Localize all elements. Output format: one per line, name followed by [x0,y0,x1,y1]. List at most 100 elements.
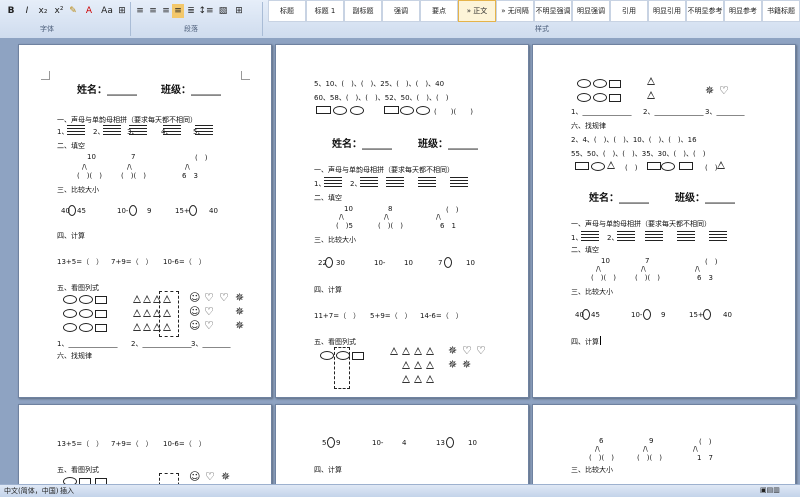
style-item[interactable]: 副标题 [344,0,382,22]
number: ( ) [446,206,459,214]
page-2[interactable]: 5、10、( )、( )、25、( )、( )、40 60、58、( )、( )… [275,44,529,398]
pattern-row: 5、10、( )、( )、25、( )、( )、40 [314,80,445,88]
dashed-box [334,347,350,389]
triangle-shape [402,375,410,383]
number: 40 [209,207,218,215]
style-item[interactable]: 标题 1 [306,0,344,22]
align-center-icon[interactable]: ≡ [147,4,159,18]
triangle-shape [607,161,615,169]
styles-gallery: 标题 标题 1 副标题 强调 要点» 正文» 无间隔 不明显强调 明显强调 引用 明显引用 不明显… [268,0,800,22]
section-3-title: 三、比较大小 [57,186,99,194]
style-item[interactable]: 标题 [268,0,306,22]
oval-shape [350,106,364,115]
triangle-shape [647,77,655,85]
style-item[interactable]: 不明显强调 [534,0,572,22]
align-left-icon[interactable]: ≡ [134,4,146,18]
line-spacing-icon[interactable]: ↕≡ [198,4,214,18]
rect-shape [647,162,661,170]
answer-blank: 3、________ [191,340,231,348]
style-item[interactable]: 要点 [420,0,458,22]
oval-shape [63,295,77,304]
split-mark: /\ [595,445,600,453]
triangle-shape [390,347,398,355]
page-3[interactable]: ✵ ♡ 1、______________ 2、______________ 3、… [532,44,796,398]
page-5[interactable]: 5 9 10- 4 13 10 四、计算 [275,404,529,484]
change-case-button[interactable]: Aa [100,4,114,18]
blank-pair: ( )( ) [589,454,614,462]
highlight-button[interactable]: ✎ [66,4,80,18]
subscript-button[interactable]: x₂ [36,4,50,18]
section-3-title: 三、比较大小 [314,236,356,244]
writing-lines [163,125,181,135]
sun-icon: ✵ [462,358,472,371]
compare-circle [444,257,452,268]
calc-item: 11+7=（ ） [314,312,361,320]
section-4-title: 四、计算 [314,286,342,294]
number: 30 [336,259,345,267]
number: 10 [601,257,610,265]
answer-blank: 3、________ [705,108,745,116]
number: 9 [336,439,341,447]
justify-icon[interactable]: ≡ [172,4,184,18]
style-item[interactable]: » 正文 [458,0,496,22]
style-item[interactable]: 不明显参考 [686,0,724,22]
oval-shape [79,323,93,332]
compare-circle [68,205,76,216]
shading-icon[interactable]: ▧ [216,4,230,18]
split-mark: /\ [436,213,441,221]
heart-icon: ♡ [462,344,472,357]
distribute-icon[interactable]: ≣ [185,4,197,18]
oval-shape [593,93,607,102]
style-item[interactable]: 引用 [610,0,648,22]
page-4[interactable]: 13+5=（ ） 7+9=（ ） 10-6=（ ） 五、看图列式 ☺ ♡ ✵ [18,404,272,484]
number: 40 [723,311,732,319]
oval-shape [577,79,591,88]
answer-blank: 2、______________ [643,108,704,116]
rect-shape [609,94,621,102]
page-6[interactable]: 6 /\ ( )( ) 9 /\ ( )( ) ( ) /\ 1 7 三、比较大… [532,404,796,484]
font-color-button[interactable]: A [82,4,96,18]
style-item[interactable]: » 无间隔 [496,0,534,22]
split-mark: /\ [185,163,190,171]
page-1[interactable]: 姓名：______ 班级：______ 一、声母与单韵母相拼（要求每天都不相同）… [18,44,272,398]
bold-button[interactable]: B [4,4,18,18]
rect-shape [95,324,107,332]
number: 6 1 [440,222,456,230]
borders-icon[interactable]: ⊞ [232,4,246,18]
triangle-shape [143,323,151,331]
compare-circle [129,205,137,216]
triangle-shape [143,295,151,303]
style-item[interactable]: 明显引用 [648,0,686,22]
insert-mode-indicator[interactable]: 插入 [60,486,74,496]
answer-blank: 2、______________ [131,340,192,348]
section-1-title: 一、声母与单韵母相拼（要求每天都不相同） [571,220,711,228]
align-right-icon[interactable]: ≡ [160,4,172,18]
document-workspace[interactable]: 姓名：______ 班级：______ 一、声母与单韵母相拼（要求每天都不相同）… [0,38,800,484]
triangle-shape [143,309,151,317]
calc-item: 14-6=（ ） [420,312,463,320]
dashed-box [159,473,179,484]
view-icons[interactable]: ▣▤▥ [760,486,780,494]
calc-item: 10-6=（ ） [163,440,206,448]
number: 4 [402,439,407,447]
answer-blank: 1、______________ [571,108,632,116]
superscript-button[interactable]: x² [52,4,66,18]
writing-lines [645,231,663,241]
style-item[interactable]: 强调 [382,0,420,22]
rect-shape [679,162,693,170]
compare-circle [643,309,651,320]
number: 10- [374,259,386,267]
margin-mark [241,71,250,80]
language-indicator[interactable]: 中文(简体，中国) [4,486,58,496]
style-item[interactable]: 明显参考 [724,0,762,22]
char-border-icon[interactable]: ⊞ [116,4,128,18]
number: 6 [599,437,604,445]
italic-button[interactable]: I [20,4,34,18]
style-item[interactable]: 书籍标题 [762,0,800,22]
number: 6 3 [182,172,198,180]
compare-circle [446,437,454,448]
divider [262,2,263,36]
blank-pair: ( )( ) [635,274,660,282]
number: 10 [466,259,475,267]
style-item[interactable]: 明显强调 [572,0,610,22]
